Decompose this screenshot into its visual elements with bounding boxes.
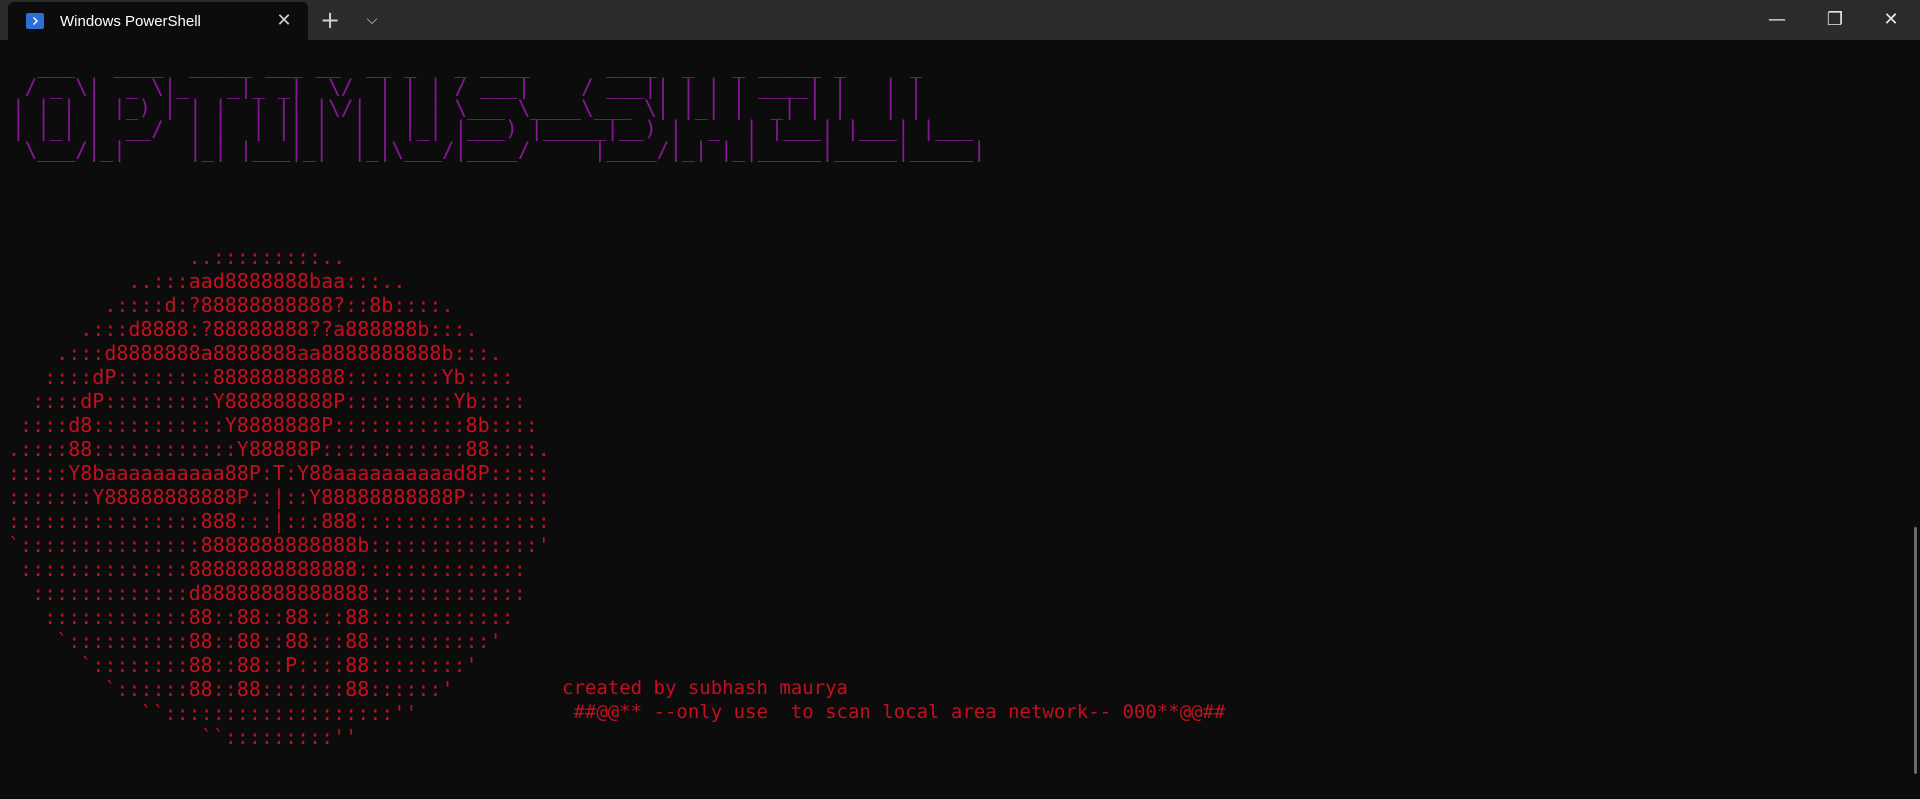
ascii-logo: ..:::::::::.. ..:::aad8888888baa:::.. .:… xyxy=(8,245,550,749)
powershell-icon xyxy=(26,13,44,29)
tab-title: Windows PowerShell xyxy=(60,12,201,30)
tab-dropdown-button[interactable]: ⌵ xyxy=(356,4,388,36)
close-tab-button[interactable]: ✕ xyxy=(274,11,294,31)
optimus-shell-banner: ___ ____ _____ ___ __ __ _ _ ____ ____ _… xyxy=(12,54,986,162)
minimize-button[interactable]: — xyxy=(1748,0,1806,40)
maximize-button[interactable]: ❐ xyxy=(1806,0,1864,40)
tab-windows-powershell[interactable]: Windows PowerShell ✕ xyxy=(8,2,308,40)
credit-text: created by subhash maurya ##@@** --only … xyxy=(562,677,1226,723)
new-tab-button[interactable]: + xyxy=(316,4,344,36)
close-window-button[interactable]: ✕ xyxy=(1862,0,1920,40)
terminal-area[interactable]: ___ ____ _____ ___ __ __ _ _ ____ ____ _… xyxy=(0,40,1920,799)
title-bar: Windows PowerShell ✕ + ⌵ — ❐ ✕ xyxy=(0,0,1920,40)
scrollbar-thumb[interactable] xyxy=(1914,527,1917,774)
